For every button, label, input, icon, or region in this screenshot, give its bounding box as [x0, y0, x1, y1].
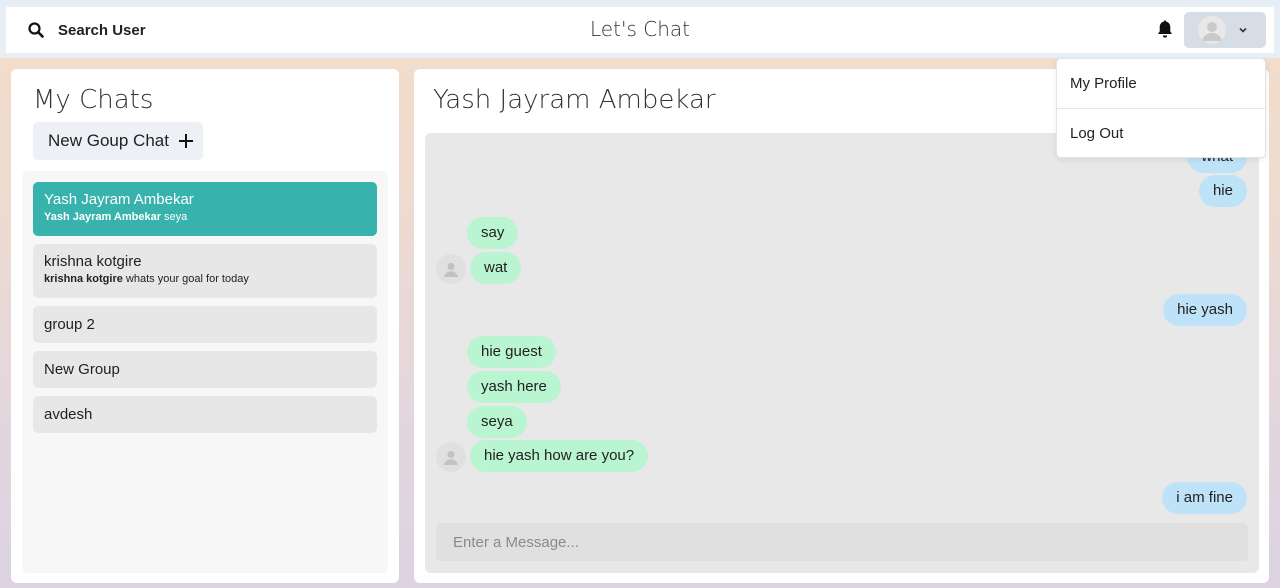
plus-icon	[178, 134, 193, 148]
chat-name: avdesh	[44, 406, 93, 423]
chat-item-krishna-kotgire[interactable]: krishna kotgire krishna kotgire whats yo…	[33, 244, 377, 298]
menu-item-my-profile[interactable]: My Profile	[1057, 59, 1265, 108]
messages-area[interactable]: what hie say wat hie yash hie guest yash…	[425, 133, 1259, 573]
user-icon	[444, 262, 458, 277]
message-bubble-received: hie yash how are you?	[470, 440, 649, 472]
chat-name: krishna kotgire	[44, 253, 142, 270]
chat-preview: krishna kotgire whats your goal for toda…	[44, 273, 249, 285]
chevron-down-icon	[1239, 27, 1247, 33]
menu-item-log-out[interactable]: Log Out	[1057, 109, 1265, 158]
bell-icon[interactable]	[1156, 20, 1174, 40]
message-bubble-sent: hie	[1198, 175, 1247, 207]
message-bubble-received: wat	[470, 252, 522, 284]
user-icon	[1202, 22, 1222, 41]
chat-list: Yash Jayram Ambekar Yash Jayram Ambekar …	[22, 171, 388, 573]
new-group-chat-label: New Goup Chat	[48, 131, 169, 150]
sender-avatar[interactable]	[436, 254, 466, 284]
chat-preview: Yash Jayram Ambekar seya	[44, 211, 188, 223]
new-group-chat-button[interactable]: New Goup Chat	[33, 122, 203, 160]
chat-name: Yash Jayram Ambekar	[44, 191, 194, 208]
message-bubble-received: say	[467, 217, 519, 249]
chat-name: group 2	[44, 316, 95, 333]
chat-item-new-group[interactable]: New Group	[33, 351, 377, 388]
chat-item-avdesh[interactable]: avdesh	[33, 396, 377, 433]
chat-name: New Group	[44, 361, 120, 378]
user-icon	[444, 450, 458, 465]
app-title: Let's Chat	[590, 17, 690, 41]
message-bubble-sent: hie yash	[1163, 294, 1247, 326]
message-bubble-received: yash here	[467, 371, 561, 403]
profile-dropdown: My Profile Log Out	[1056, 58, 1266, 158]
message-bubble-received: seya	[467, 406, 527, 438]
conversation-title: Yash Jayram Ambekar	[433, 85, 716, 115]
avatar	[1198, 16, 1226, 44]
topbar: Search User Let's Chat	[6, 7, 1274, 53]
message-input[interactable]	[436, 523, 1248, 561]
my-chats-title: My Chats	[33, 85, 154, 115]
message-bubble-sent: i am fine	[1162, 482, 1247, 514]
chat-item-group-2[interactable]: group 2	[33, 306, 377, 343]
profile-menu-button[interactable]	[1184, 12, 1266, 48]
sender-avatar[interactable]	[436, 442, 466, 472]
chat-item-yash-jayram-ambekar[interactable]: Yash Jayram Ambekar Yash Jayram Ambekar …	[33, 182, 377, 236]
message-bubble-received: hie guest	[467, 336, 556, 368]
my-chats-panel: My Chats New Goup Chat Yash Jayram Ambek…	[11, 69, 399, 583]
